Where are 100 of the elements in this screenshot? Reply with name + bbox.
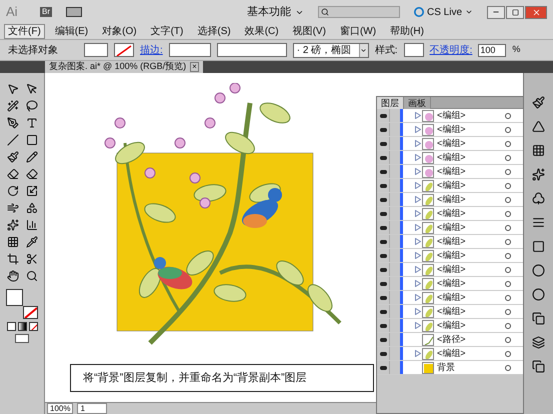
layer-name[interactable]: <编组> (437, 248, 505, 262)
visibility-eye-icon[interactable] (377, 291, 389, 304)
style-dropdown[interactable] (404, 43, 424, 57)
visibility-eye-icon[interactable] (377, 277, 389, 290)
lock-toggle[interactable] (389, 151, 400, 164)
color-mode-icon[interactable] (6, 322, 16, 331)
visibility-eye-icon[interactable] (377, 151, 389, 164)
layer-name[interactable]: <编组> (437, 234, 505, 248)
visibility-eye-icon[interactable] (377, 179, 389, 192)
hand-icon[interactable] (4, 268, 20, 284)
visibility-eye-icon[interactable] (377, 333, 389, 346)
lock-toggle[interactable] (389, 179, 400, 192)
layer-name[interactable]: <编组> (437, 108, 505, 122)
none-mode-icon[interactable] (28, 322, 38, 331)
layer-name[interactable]: <编组> (437, 220, 505, 234)
blob-eraser-icon[interactable] (4, 166, 20, 182)
layer-name[interactable]: <编组> (437, 262, 505, 276)
lock-toggle[interactable] (389, 109, 400, 122)
stroke-weight-field[interactable] (168, 43, 211, 57)
arrange-documents-icon[interactable] (66, 7, 82, 17)
lock-toggle[interactable] (389, 305, 400, 318)
brush-dropdown[interactable]: · 2 磅，椭圆 (292, 42, 369, 58)
magic-wand-icon[interactable] (4, 98, 20, 114)
lasso-icon[interactable] (24, 98, 40, 114)
visibility-eye-icon[interactable] (377, 249, 389, 262)
panel-tab[interactable]: 画板 (404, 96, 431, 108)
visibility-eye-icon[interactable] (377, 305, 389, 318)
visibility-eye-icon[interactable] (377, 319, 389, 332)
bridge-button[interactable]: Br (40, 7, 52, 17)
minimize-button[interactable] (487, 6, 505, 18)
menu-item[interactable]: 视图(V) (288, 24, 330, 39)
pen-icon[interactable] (4, 115, 20, 131)
fill-swatch[interactable] (6, 289, 23, 306)
lock-toggle[interactable] (389, 263, 400, 276)
layer-name[interactable]: <编组> (437, 206, 505, 220)
lock-toggle[interactable] (389, 165, 400, 178)
visibility-eye-icon[interactable] (377, 165, 389, 178)
artboard-icon[interactable] (4, 251, 20, 267)
layer-name[interactable]: 背景 (437, 360, 505, 374)
lock-toggle[interactable] (389, 249, 400, 262)
layer-name[interactable]: <编组> (437, 178, 505, 192)
visibility-eye-icon[interactable] (377, 361, 389, 374)
menu-item[interactable]: 文字(T) (146, 24, 188, 39)
lock-toggle[interactable] (389, 123, 400, 136)
menu-item[interactable]: 选择(S) (193, 24, 235, 39)
visibility-eye-icon[interactable] (377, 235, 389, 248)
lock-toggle[interactable] (389, 207, 400, 220)
layer-name[interactable]: <编组> (437, 122, 505, 136)
lock-toggle[interactable] (389, 277, 400, 290)
layer-name[interactable]: <编组> (437, 150, 505, 164)
lock-toggle[interactable] (389, 333, 400, 346)
variable-width-dropdown[interactable] (216, 43, 287, 57)
visibility-eye-icon[interactable] (377, 137, 389, 150)
stroke-swatch[interactable] (23, 306, 38, 319)
line-icon[interactable] (4, 132, 20, 148)
layer-name[interactable]: <路径> (437, 332, 505, 346)
lock-toggle[interactable] (389, 137, 400, 150)
lock-toggle[interactable] (389, 361, 400, 374)
visibility-eye-icon[interactable] (377, 109, 389, 122)
visibility-eye-icon[interactable] (377, 221, 389, 234)
layer-name[interactable]: <编组> (437, 318, 505, 332)
expand-triangle-icon[interactable] (414, 350, 420, 357)
zoom-level-field[interactable]: 100% (47, 403, 74, 414)
lock-toggle[interactable] (389, 347, 400, 360)
search-field[interactable] (318, 6, 400, 18)
menu-item[interactable]: 帮助(H) (386, 24, 428, 39)
artboard-number-field[interactable]: 1 (77, 403, 108, 414)
stroke-none-swatch[interactable] (114, 43, 134, 57)
visibility-eye-icon[interactable] (377, 347, 389, 360)
layer-name[interactable]: <编组> (437, 164, 505, 178)
menu-item[interactable]: 窗口(W) (336, 24, 380, 39)
brush-icon[interactable] (4, 149, 20, 165)
stroke-link[interactable]: 描边: (140, 42, 163, 58)
screen-mode-icon[interactable] (15, 334, 29, 343)
menu-item[interactable]: 对象(O) (98, 24, 141, 39)
layer-name[interactable]: <编组> (437, 346, 505, 360)
visibility-eye-icon[interactable] (377, 193, 389, 206)
dropdown-caret-icon[interactable] (360, 46, 368, 54)
layer-name[interactable]: <编组> (437, 136, 505, 150)
workspace-switcher[interactable]: 基本功能 (246, 4, 304, 20)
visibility-eye-icon[interactable] (377, 207, 389, 220)
document-tab[interactable]: 复杂图案. ai* @ 100% (RGB/预览) × (45, 61, 203, 73)
panel-tab[interactable]: 图层 (377, 96, 404, 108)
lock-toggle[interactable] (389, 319, 400, 332)
lock-toggle[interactable] (389, 221, 400, 234)
layer-name[interactable]: <编组> (437, 192, 505, 206)
lock-toggle[interactable] (389, 235, 400, 248)
eraser-icon[interactable] (24, 166, 40, 182)
layer-name[interactable]: <编组> (437, 276, 505, 290)
visibility-eye-icon[interactable] (377, 123, 389, 136)
fill-dropdown[interactable] (84, 43, 108, 57)
opacity-field[interactable]: 100 (478, 44, 506, 56)
maximize-button[interactable] (506, 6, 524, 18)
menu-item[interactable]: 编辑(E) (50, 24, 92, 39)
cs-live-button[interactable]: CS Live (414, 4, 473, 20)
pencil-icon[interactable] (24, 149, 40, 165)
menu-item[interactable]: 文件(F) (4, 24, 45, 39)
opacity-link[interactable]: 不透明度: (430, 42, 472, 58)
visibility-eye-icon[interactable] (377, 263, 389, 276)
gradient-mode-icon[interactable] (18, 322, 26, 331)
